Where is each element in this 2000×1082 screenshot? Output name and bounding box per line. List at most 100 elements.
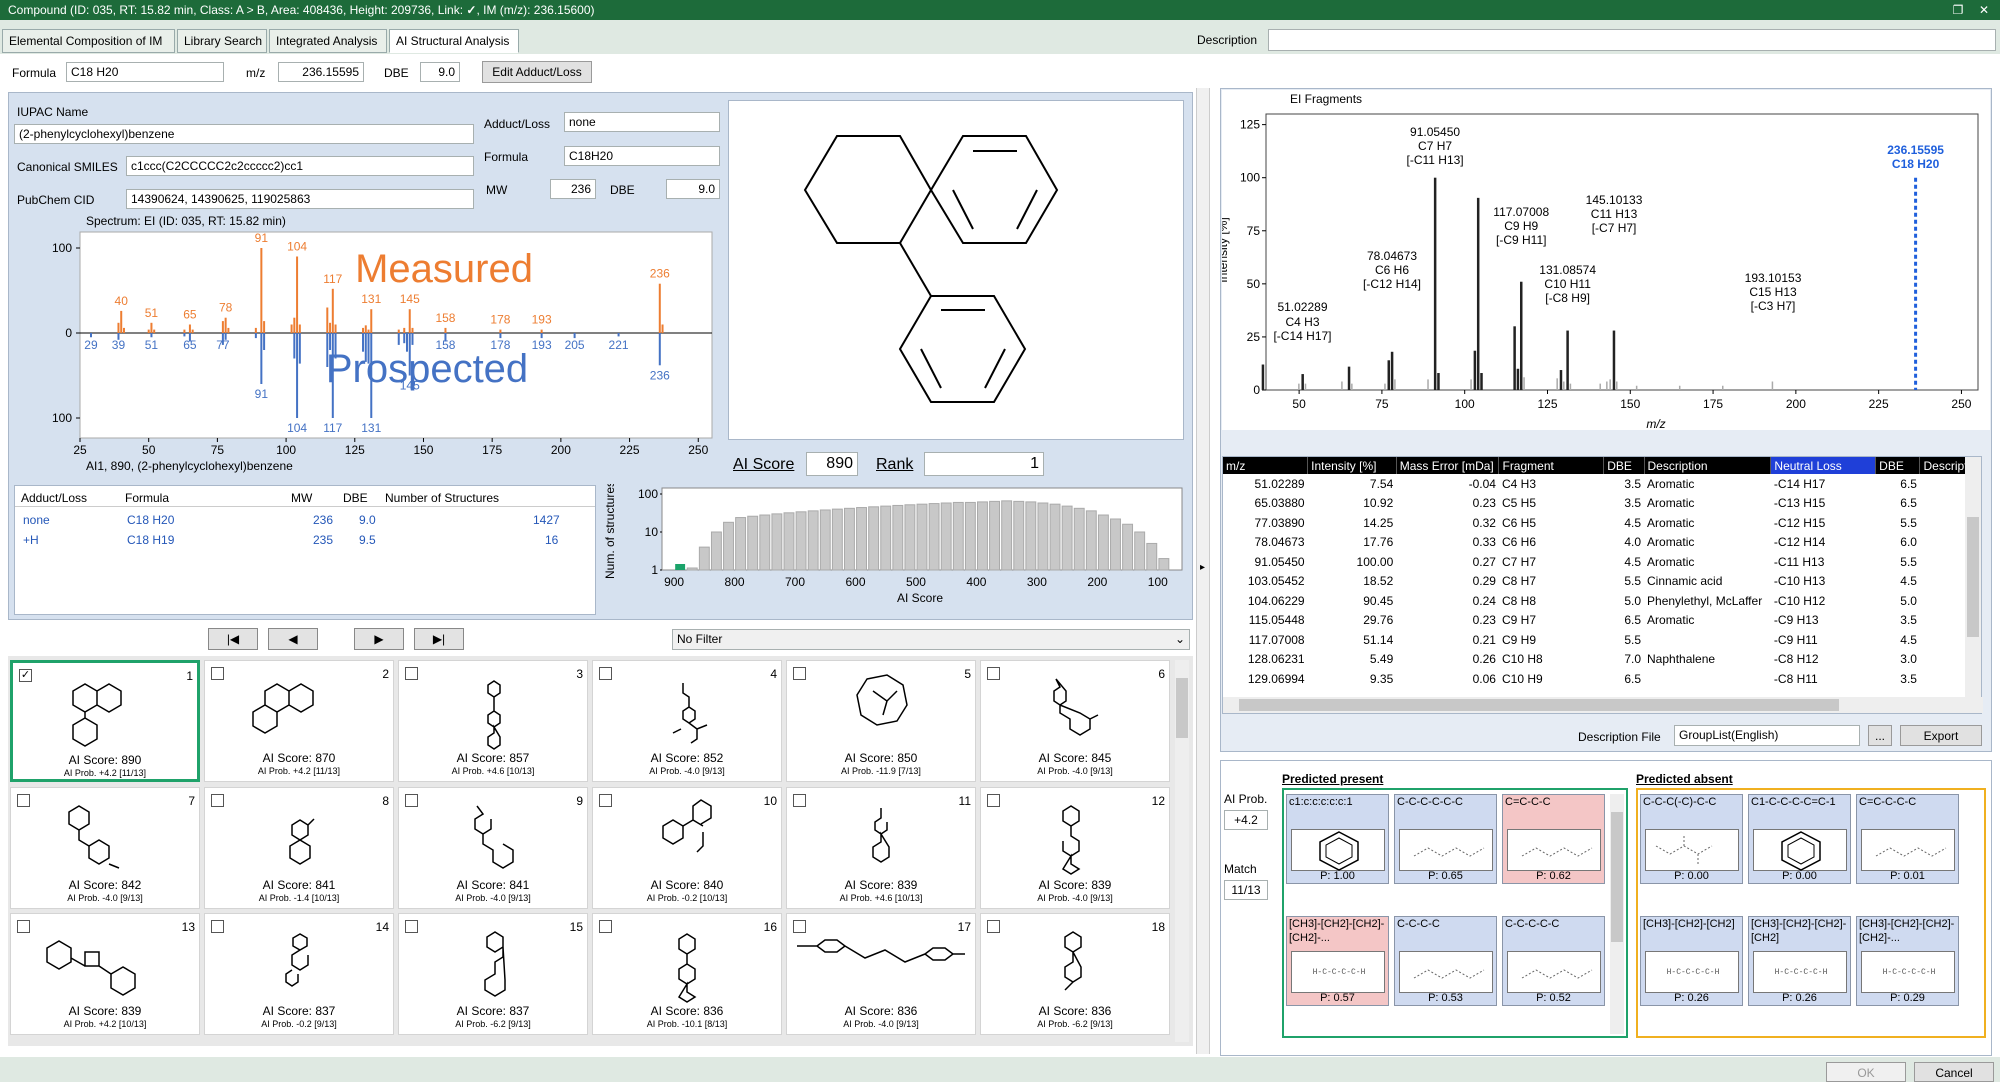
prospected-peak [89, 333, 92, 338]
table-row[interactable]: 65.03880 10.92 0.23 C5 H5 3.5 Aromatic -C13 H1… [1223, 494, 1981, 514]
grid-scrollbar[interactable] [1175, 660, 1189, 1042]
hist-x-tick-label: 800 [725, 575, 745, 589]
frag-col-header[interactable]: m/z [1223, 457, 1309, 474]
predicted-absent-item[interactable]: [CH3]-[CH2]-[CH2]-[CH2] H-C-C-C-C-H P: 0.2… [1748, 916, 1851, 1006]
pubchem-field[interactable]: 14390624, 14390625, 119025863 [126, 189, 474, 209]
candidate-card[interactable]: 11 AI Score: 839 AI Prob. +4.6 [10/13] [786, 787, 976, 909]
table-row[interactable]: 117.07008 51.14 0.21 C9 H9 5.5 -C9 H11 4.5 [1223, 630, 1981, 650]
predicted-absent-item[interactable]: [CH3]-[CH2]-[CH2]-[CH2]-... H-C-C-C-C-H P:… [1856, 916, 1959, 1006]
prev-page-button[interactable]: ◀ [268, 628, 318, 650]
table-row[interactable]: 104.06229 90.45 0.24 C8 H8 5.0 Phenylethyl, M… [1223, 591, 1981, 611]
predicted-absent-item[interactable]: C=C-C-C-C P: 0.01 [1856, 794, 1959, 884]
export-button[interactable]: Export [1900, 725, 1982, 746]
candidate-card[interactable]: 16 AI Score: 836 AI Prob. -10.1 [8/13] [592, 913, 782, 1035]
cell: 1427 [533, 513, 560, 527]
table-row[interactable]: 91.05450 100.00 0.27 C7 H7 4.5 Aromatic -C11 H… [1223, 552, 1981, 572]
adduct-field[interactable]: none [564, 112, 720, 132]
dbe-field[interactable]: 9.0 [420, 62, 460, 82]
adduct-row[interactable]: +H C18 H19 235 9.5 16 [15, 532, 595, 550]
predicted-absent-item[interactable]: [CH3]-[CH2]-[CH2] H-C-C-C-C-H P: 0.26 [1640, 916, 1743, 1006]
candidate-card[interactable]: 15 AI Score: 837 AI Prob. -6.2 [9/13] [398, 913, 588, 1035]
x-tick-label: 125 [345, 443, 365, 457]
iupac-field[interactable]: (2-phenylcyclohexyl)benzene [14, 124, 474, 144]
predicted-present-item[interactable]: [CH3]-[CH2]-[CH2]-[CH2]-... H-C-C-C-C-H P:… [1286, 916, 1389, 1006]
candidate-card[interactable]: 18 AI Score: 836 AI Prob. -6.2 [9/13] [980, 913, 1170, 1035]
tab-integrated-analysis[interactable]: Integrated Analysis [269, 29, 387, 53]
table-row[interactable]: 128.06231 5.49 0.26 C10 H8 7.0 Naphthalene -C8… [1223, 650, 1981, 670]
candidate-card[interactable]: 14 AI Score: 837 AI Prob. -0.2 [9/13] [204, 913, 394, 1035]
rank-link[interactable]: Rank [876, 456, 913, 474]
edit-adduct-loss-button[interactable]: Edit Adduct/Loss [482, 61, 592, 83]
frag-col-header[interactable]: Mass Error [mDa] [1396, 457, 1500, 474]
smiles-field[interactable]: c1ccc(C2CCCCC2c2ccccc2)cc1 [126, 156, 474, 176]
frag-col-header[interactable]: Fragment [1498, 457, 1605, 474]
restore-icon[interactable]: ❐ [1946, 0, 1970, 20]
info-dbe-field[interactable]: 9.0 [666, 179, 720, 199]
candidate-card[interactable]: 5 AI Score: 850 AI Prob. -11.9 [7/13] [786, 660, 976, 782]
ei-peak [1722, 385, 1724, 390]
x-tick-label: 175 [482, 443, 502, 457]
close-icon[interactable]: ✕ [1972, 0, 1996, 20]
table-row[interactable]: 103.05452 18.52 0.29 C8 H7 5.5 Cinnamic acid -… [1223, 572, 1981, 592]
table-cell: -C8 H11 [1773, 671, 1818, 686]
measured-peak [188, 324, 191, 333]
frag-col-header[interactable]: Description [1644, 457, 1772, 474]
last-page-button[interactable]: ▶| [414, 628, 464, 650]
table-row[interactable]: 129.06994 9.35 0.06 C10 H9 6.5 -C8 H11 3.5 [1223, 669, 1981, 689]
next-page-button[interactable]: ▶ [354, 628, 404, 650]
mw-field[interactable]: 236 [550, 179, 596, 199]
adduct-row[interactable]: none C18 H20 236 9.0 1427 [15, 512, 595, 530]
candidate-structure [662, 799, 712, 853]
table-cell: 115.05448 [1248, 613, 1305, 628]
candidate-card[interactable]: 12 AI Score: 839 AI Prob. -4.0 [9/13] [980, 787, 1170, 909]
table-row[interactable]: 78.04673 17.76 0.33 C6 H6 4.0 Aromatic -C12 H1… [1223, 533, 1981, 553]
ok-button[interactable]: OK [1826, 1062, 1906, 1082]
frag-col-header[interactable]: Intensity [%] [1307, 457, 1397, 474]
candidate-card[interactable]: 6 AI Score: 845 AI Prob. -4.0 [9/13] [980, 660, 1170, 782]
candidate-card[interactable]: 7 AI Score: 842 AI Prob. -4.0 [9/13] [10, 787, 200, 909]
info-formula-field[interactable]: C18H20 [564, 146, 720, 166]
table-row[interactable]: 51.02289 7.54 -0.04 C4 H3 3.5 Aromatic -C14 H1… [1223, 474, 1981, 494]
tab-elemental-composition[interactable]: Elemental Composition of IM [2, 29, 175, 53]
candidate-card[interactable]: 10 AI Score: 840 AI Prob. -0.2 [10/13] [592, 787, 782, 909]
ai-score-link[interactable]: AI Score [733, 456, 794, 474]
candidate-card[interactable]: 8 AI Score: 841 AI Prob. -1.4 [10/13] [204, 787, 394, 909]
predicted-present-item[interactable]: c1:c:c:c:c:c:1 P: 1.00 [1286, 794, 1389, 884]
table-vscrollbar[interactable] [1965, 457, 1981, 697]
first-page-button[interactable]: |◀ [208, 628, 258, 650]
description-field[interactable] [1268, 29, 1996, 51]
candidate-card[interactable]: 17 AI Score: 836 AI Prob. -4.0 [9/13] [786, 913, 976, 1035]
substructure-prob: P: 0.00 [1674, 870, 1709, 882]
predicted-absent-item[interactable]: C1-C-C-C-C=C-1 P: 0.00 [1748, 794, 1851, 884]
measured-peak [444, 327, 447, 333]
mz-field[interactable]: 236.15595 [278, 62, 364, 82]
tab-library-search[interactable]: Library Search [177, 29, 267, 53]
table-row[interactable]: 77.03890 14.25 0.32 C6 H5 4.5 Aromatic -C12 H1… [1223, 513, 1981, 533]
predicted-present-item[interactable]: C=C-C-C P: 0.62 [1502, 794, 1605, 884]
desc-file-field[interactable]: GroupList(English) [1674, 725, 1860, 746]
cancel-button[interactable]: Cancel [1914, 1062, 1994, 1082]
table-row[interactable]: 115.05448 29.76 0.23 C9 H7 6.5 Aromatic -C9 H1… [1223, 611, 1981, 631]
candidate-card[interactable]: 2 AI Score: 870 AI Prob. +4.2 [11/13] [204, 660, 394, 782]
predicted-present-item[interactable]: C-C-C-C-C P: 0.52 [1502, 916, 1605, 1006]
predicted-absent-item[interactable]: C-C-C(-C)-C-C P: 0.00 [1640, 794, 1743, 884]
tab-ai-structural-analysis[interactable]: AI Structural Analysis [389, 29, 519, 53]
frag-col-header[interactable]: DBE [1875, 457, 1921, 474]
ei-annotation: [-C11 H13] [1406, 153, 1463, 167]
candidate-card[interactable]: 9 AI Score: 841 AI Prob. -4.0 [9/13] [398, 787, 588, 909]
candidate-card[interactable]: 4 AI Score: 852 AI Prob. -4.0 [9/13] [592, 660, 782, 782]
candidate-card[interactable]: 13 AI Score: 839 AI Prob. +4.2 [10/13] [10, 913, 200, 1035]
table-hscrollbar[interactable] [1223, 697, 1983, 713]
browse-button[interactable]: ... [1868, 725, 1892, 746]
candidate-card[interactable]: ✓ 1 AI Score: 890 AI Prob. +4.2 [11/13] [10, 660, 200, 782]
filter-dropdown[interactable]: No Filter ⌄ [672, 629, 1190, 650]
candidate-card[interactable]: 3 AI Score: 857 AI Prob. +4.6 [10/13] [398, 660, 588, 782]
splitter-handle[interactable]: ▸ [1196, 88, 1210, 1054]
predicted-present-item[interactable]: C-C-C-C P: 0.53 [1394, 916, 1497, 1006]
formula-field[interactable]: C18 H20 [66, 62, 224, 82]
table-cell: 7.54 [1369, 476, 1394, 491]
frag-col-header[interactable]: Neutral Loss [1770, 457, 1877, 474]
frag-col-header[interactable]: DBE [1603, 457, 1645, 474]
present-scrollbar[interactable] [1610, 794, 1624, 1034]
predicted-present-item[interactable]: C-C-C-C-C-C P: 0.65 [1394, 794, 1497, 884]
